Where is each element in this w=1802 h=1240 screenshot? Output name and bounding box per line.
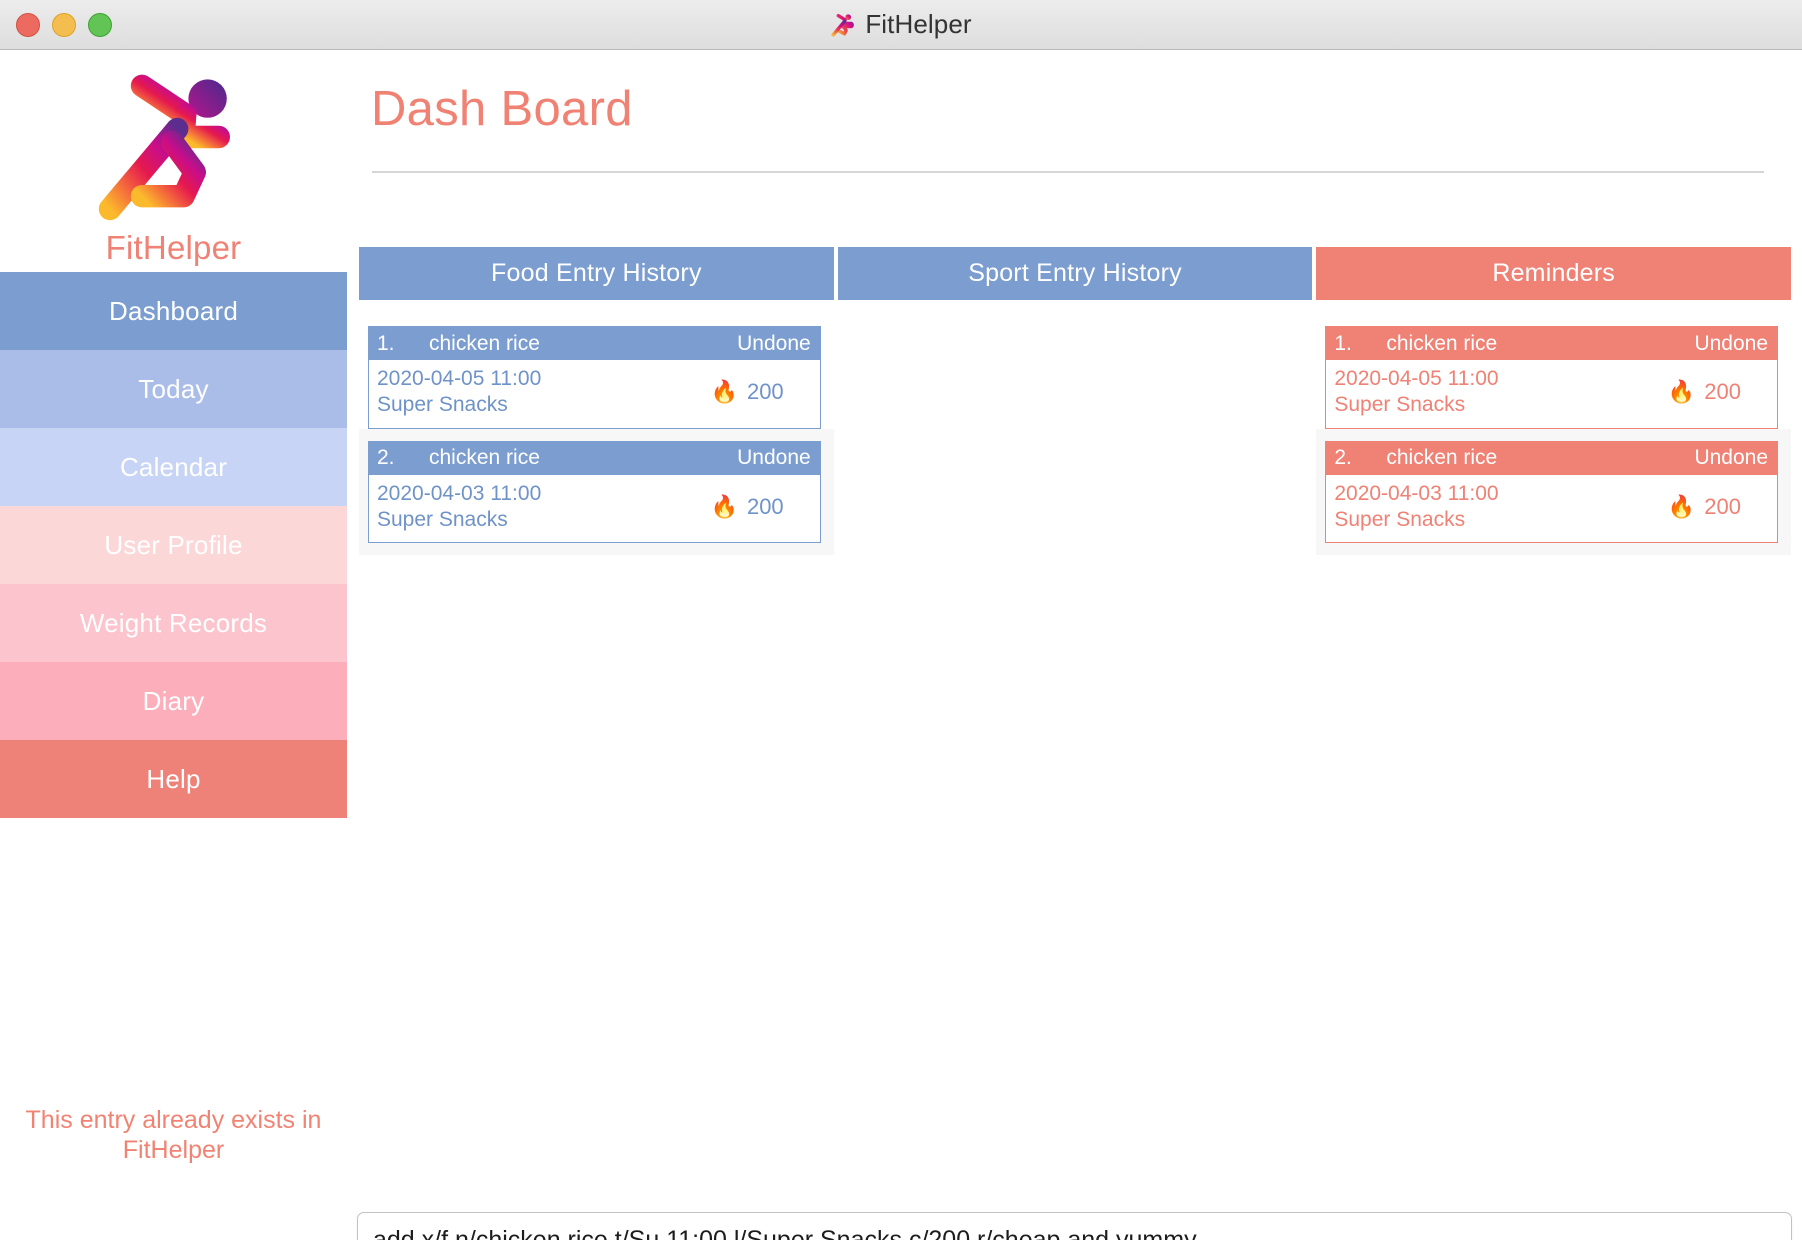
card-details: 2020-04-03 11:00 Super Snacks — [1334, 481, 1668, 534]
card-title: chicken rice — [1386, 331, 1498, 355]
card-details: 2020-04-03 11:00 Super Snacks — [377, 481, 711, 534]
status-badge: Undone — [737, 331, 811, 355]
sidebar-item-diary[interactable]: Diary — [0, 662, 347, 740]
brand-name: FitHelper — [105, 229, 242, 266]
card-location: Super Snacks — [1334, 393, 1466, 417]
sidebar-item-label: Dashboard — [109, 295, 238, 326]
window-titlebar: FitHelper — [0, 0, 1802, 50]
card-index: 1. — [1334, 331, 1352, 355]
sidebar-item-label: User Profile — [104, 529, 243, 560]
list-item[interactable]: 1. chicken rice Undone 2020-04-05 11:00 … — [359, 326, 834, 429]
tab-label: Reminders — [1492, 259, 1616, 287]
card-header: 1. chicken rice Undone — [369, 327, 820, 360]
card-datetime: 2020-04-05 11:00 — [1334, 367, 1499, 390]
card-header: 1. chicken rice Undone — [1326, 327, 1778, 360]
card-datetime: 2020-04-03 11:00 — [377, 481, 542, 505]
page-title: Dash Board — [371, 82, 633, 136]
command-input-value: add x/f n/chicken rice t/Su 11:00 l/Supe… — [373, 1226, 1197, 1240]
food-entry-card[interactable]: 2. chicken rice Undone 2020-04-03 11:00 … — [368, 440, 821, 543]
maximize-button[interactable] — [88, 12, 112, 37]
sidebar-nav: Dashboard Today Calendar User Profile We… — [0, 272, 347, 818]
card-title: chicken rice — [1386, 446, 1498, 469]
calorie-group: 🔥 200 — [711, 494, 808, 520]
fire-icon: 🔥 — [710, 493, 738, 519]
card-body: 2020-04-05 11:00 Super Snacks 🔥 200 — [1326, 360, 1777, 428]
reminder-card[interactable]: 1. chicken rice Undone 2020-04-05 11:00 … — [1325, 326, 1779, 429]
title-divider — [372, 171, 1764, 173]
fire-icon: 🔥 — [1667, 493, 1696, 519]
sidebar: FitHelper Dashboard Today Calendar User … — [0, 51, 347, 1240]
list-item[interactable]: 2. chicken rice Undone 2020-04-03 11:00 … — [1316, 428, 1792, 555]
tab-reminders[interactable]: Reminders — [1316, 247, 1792, 300]
list-item[interactable]: 2. chicken rice Undone 2020-04-03 11:00 … — [359, 428, 834, 555]
card-location: Super Snacks — [377, 507, 508, 531]
sidebar-item-label: Today — [138, 373, 209, 404]
card-body: 2020-04-05 11:00 Super Snacks 🔥 200 — [369, 360, 820, 428]
list-item[interactable]: 1. chicken rice Undone 2020-04-05 11:00 … — [1316, 326, 1791, 429]
brand-block: FitHelper — [0, 51, 347, 267]
main-content: Dash Board Food Entry History Sport Entr… — [347, 51, 1802, 1240]
card-details: 2020-04-05 11:00 Super Snacks — [1334, 366, 1668, 419]
card-location: Super Snacks — [1334, 507, 1466, 531]
sidebar-item-weight-records[interactable]: Weight Records — [0, 584, 347, 662]
tab-bar: Food Entry History Sport Entry History R… — [359, 247, 1792, 300]
card-title: chicken rice — [429, 331, 540, 355]
tab-sport-entry-history[interactable]: Sport Entry History — [837, 247, 1313, 300]
status-badge: Undone — [1694, 331, 1769, 355]
card-location: Super Snacks — [377, 393, 508, 417]
calorie-value: 200 — [746, 493, 784, 519]
sidebar-item-label: Help — [146, 763, 201, 794]
card-index: 2. — [1334, 446, 1352, 469]
sidebar-item-user-profile[interactable]: User Profile — [0, 506, 347, 584]
card-body: 2020-04-03 11:00 Super Snacks 🔥 200 — [1326, 475, 1777, 543]
tab-label: Sport Entry History — [968, 259, 1182, 287]
tab-food-entry-history[interactable]: Food Entry History — [359, 247, 834, 300]
status-badge: Undone — [737, 446, 811, 469]
card-header: 2. chicken rice Undone — [369, 441, 820, 475]
calorie-group: 🔥 200 — [711, 379, 808, 405]
fire-icon: 🔥 — [710, 379, 738, 405]
panel-food-entry-history: 1. chicken rice Undone 2020-04-05 11:00 … — [359, 326, 834, 576]
tab-label: Food Entry History — [491, 259, 702, 287]
card-datetime: 2020-04-05 11:00 — [377, 367, 542, 390]
sidebar-item-calendar[interactable]: Calendar — [0, 428, 347, 506]
card-title: chicken rice — [429, 446, 540, 469]
close-button[interactable] — [16, 12, 40, 37]
calorie-group: 🔥 200 — [1668, 379, 1765, 405]
calorie-value: 200 — [1704, 493, 1742, 519]
card-body: 2020-04-03 11:00 Super Snacks 🔥 200 — [369, 475, 820, 543]
card-index: 2. — [377, 446, 395, 469]
card-datetime: 2020-04-03 11:00 — [1334, 481, 1499, 505]
window-title: FitHelper — [865, 9, 972, 39]
calorie-value: 200 — [1704, 379, 1742, 405]
card-index: 1. — [377, 331, 395, 355]
panel-reminders: 1. chicken rice Undone 2020-04-05 11:00 … — [1316, 326, 1792, 576]
traffic-light-buttons — [16, 12, 112, 37]
running-person-logo — [98, 74, 230, 221]
app-window: FitHelper FitHelper Dashboard Today Cale… — [0, 0, 1802, 1240]
status-message: This entry already exists in FitHelper — [25, 1106, 322, 1164]
window-title-group: FitHelper — [830, 9, 972, 40]
command-input[interactable]: add x/f n/chicken rice t/Su 11:00 l/Supe… — [357, 1212, 1792, 1240]
sidebar-item-today[interactable]: Today — [0, 350, 347, 428]
running-person-icon — [831, 13, 855, 37]
fire-icon: 🔥 — [1667, 379, 1696, 405]
card-header: 2. chicken rice Undone — [1326, 441, 1778, 475]
card-details: 2020-04-05 11:00 Super Snacks — [377, 366, 711, 419]
panel-sport-entry-history — [838, 326, 1313, 576]
minimize-button[interactable] — [52, 12, 76, 37]
calorie-group: 🔥 200 — [1668, 494, 1765, 520]
food-entry-card[interactable]: 1. chicken rice Undone 2020-04-05 11:00 … — [368, 326, 821, 429]
sidebar-item-label: Weight Records — [79, 607, 268, 638]
reminder-card[interactable]: 2. chicken rice Undone 2020-04-03 11:00 … — [1325, 440, 1779, 543]
status-badge: Undone — [1694, 446, 1769, 469]
sidebar-item-label: Diary — [142, 685, 205, 716]
sidebar-item-help[interactable]: Help — [0, 740, 347, 818]
sidebar-item-label: Calendar — [119, 451, 228, 482]
calorie-value: 200 — [746, 379, 784, 405]
panel-columns: 1. chicken rice Undone 2020-04-05 11:00 … — [359, 326, 1792, 576]
sidebar-item-dashboard[interactable]: Dashboard — [0, 272, 347, 350]
